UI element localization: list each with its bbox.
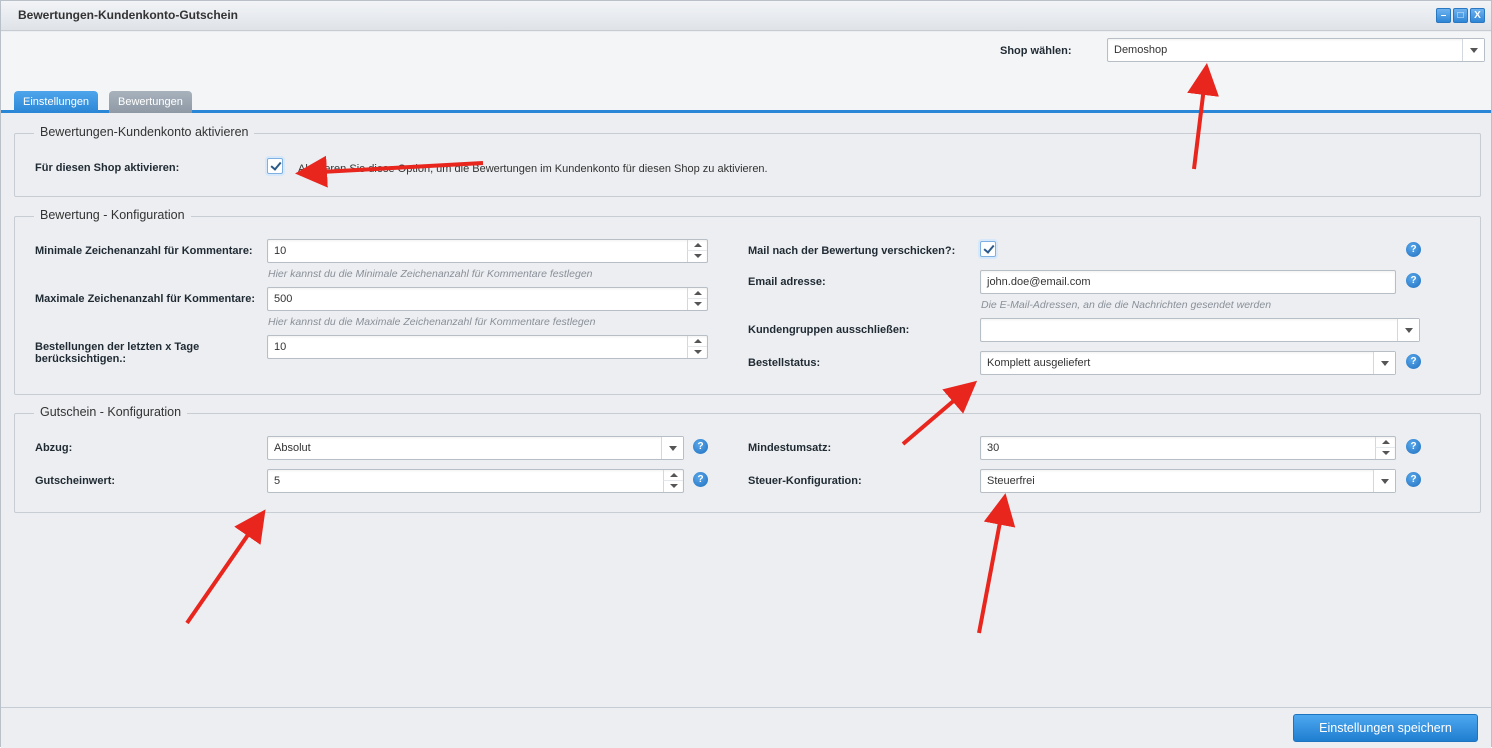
rating-config-legend: Bewertung - Konfiguration [34, 208, 191, 222]
min-revenue-label: Mindestumsatz: [748, 442, 832, 454]
stepper-down-icon[interactable] [1375, 448, 1395, 459]
stepper-down-icon[interactable] [663, 481, 683, 492]
voucher-config-legend: Gutschein - Konfiguration [34, 405, 188, 419]
tax-config-select[interactable]: Steuerfrei [980, 469, 1396, 493]
min-revenue-stepper[interactable]: 30 [980, 436, 1396, 460]
days-label-line1: Bestellungen der letzten x Tage [35, 341, 200, 353]
arrow-to-tax-config [977, 493, 1016, 634]
activate-shop-description: Aktivieren Sie diese Option, um die Bewe… [298, 163, 768, 175]
activation-legend: Bewertungen-Kundenkonto aktivieren [34, 125, 255, 139]
help-icon[interactable]: ? [693, 472, 708, 487]
shop-select-row: Shop wählen: Demoshop [1, 32, 1491, 79]
stepper-up-icon[interactable] [687, 240, 707, 251]
shop-select[interactable]: Demoshop [1107, 38, 1485, 62]
voucher-value-stepper[interactable]: 5 [267, 469, 684, 493]
stepper-down-icon[interactable] [687, 347, 707, 358]
window-title: Bewertungen-Kundenkonto-Gutschein [18, 8, 238, 22]
max-chars-hint: Hier kannst du die Maximale Zeichenanzah… [268, 316, 596, 328]
email-label: Email adresse: [748, 276, 826, 288]
order-status-select[interactable]: Komplett ausgeliefert [980, 351, 1396, 375]
min-chars-stepper[interactable]: 10 [267, 239, 708, 263]
close-icon[interactable]: X [1470, 8, 1485, 23]
chevron-down-icon[interactable] [1373, 470, 1395, 492]
shop-select-label: Shop wählen: [1000, 45, 1072, 57]
max-chars-value: 500 [274, 293, 293, 305]
exclude-groups-select[interactable] [980, 318, 1420, 342]
voucher-value-label: Gutscheinwert: [35, 475, 116, 487]
voucher-config-fieldset [14, 413, 1481, 513]
order-status-label: Bestellstatus: [748, 357, 821, 369]
email-value: john.doe@email.com [987, 276, 1091, 288]
email-field[interactable]: john.doe@email.com [980, 270, 1396, 294]
tax-config-value: Steuerfrei [987, 475, 1035, 487]
stepper-down-icon[interactable] [687, 299, 707, 310]
tax-config-label: Steuer-Konfiguration: [748, 475, 862, 487]
activate-shop-label: Für diesen Shop aktivieren: [35, 162, 180, 174]
min-chars-label: Minimale Zeichenanzahl für Kommentare: [35, 245, 253, 257]
chevron-down-icon[interactable] [1373, 352, 1395, 374]
arrow-to-voucher-value [185, 509, 266, 625]
min-chars-hint: Hier kannst du die Minimale Zeichenanzah… [268, 268, 593, 280]
stepper-down-icon[interactable] [687, 251, 707, 262]
exclude-groups-label: Kundengruppen ausschließen: [748, 324, 910, 336]
shop-select-value: Demoshop [1114, 44, 1168, 56]
chevron-down-icon[interactable] [1397, 319, 1419, 341]
help-icon[interactable]: ? [1406, 242, 1421, 257]
deduction-select[interactable]: Absolut [267, 436, 684, 460]
deduction-label: Abzug: [35, 442, 73, 454]
tab-bar: Einstellungen Bewertungen [1, 79, 1491, 113]
chevron-down-icon[interactable] [1462, 39, 1484, 61]
mail-after-label: Mail nach der Bewertung verschicken?: [748, 245, 956, 257]
min-chars-value: 10 [274, 245, 287, 257]
stepper-up-icon[interactable] [663, 470, 683, 481]
min-revenue-value: 30 [987, 442, 1000, 454]
deduction-value: Absolut [274, 442, 311, 454]
help-icon[interactable]: ? [1406, 472, 1421, 487]
title-bar: Bewertungen-Kundenkonto-Gutschein – □ X [1, 1, 1491, 31]
max-chars-label: Maximale Zeichenanzahl für Kommentare: [35, 293, 256, 305]
stepper-up-icon[interactable] [687, 336, 707, 347]
activate-shop-checkbox[interactable] [267, 158, 283, 174]
help-icon[interactable]: ? [1406, 439, 1421, 454]
days-value: 10 [274, 341, 287, 353]
mail-after-checkbox[interactable] [980, 241, 996, 257]
days-stepper[interactable]: 10 [267, 335, 708, 359]
help-icon[interactable]: ? [693, 439, 708, 454]
voucher-value-value: 5 [274, 475, 281, 487]
maximize-icon[interactable]: □ [1453, 8, 1468, 23]
help-icon[interactable]: ? [1406, 354, 1421, 369]
minimize-icon[interactable]: – [1436, 8, 1451, 23]
tab-einstellungen[interactable]: Einstellungen [14, 91, 99, 113]
help-icon[interactable]: ? [1406, 273, 1421, 288]
footer-bar: Einstellungen speichern [1, 707, 1491, 748]
order-status-value: Komplett ausgeliefert [987, 357, 1091, 369]
stepper-up-icon[interactable] [687, 288, 707, 299]
tab-bewertungen[interactable]: Bewertungen [109, 91, 192, 113]
chevron-down-icon[interactable] [661, 437, 683, 459]
email-hint: Die E-Mail-Adressen, an die die Nachrich… [981, 299, 1272, 311]
stepper-up-icon[interactable] [1375, 437, 1395, 448]
days-label-line2: berücksichtigen.: [35, 353, 127, 365]
max-chars-stepper[interactable]: 500 [267, 287, 708, 311]
save-settings-button[interactable]: Einstellungen speichern [1293, 714, 1478, 742]
module-window: Bewertungen-Kundenkonto-Gutschein – □ X … [0, 0, 1492, 748]
